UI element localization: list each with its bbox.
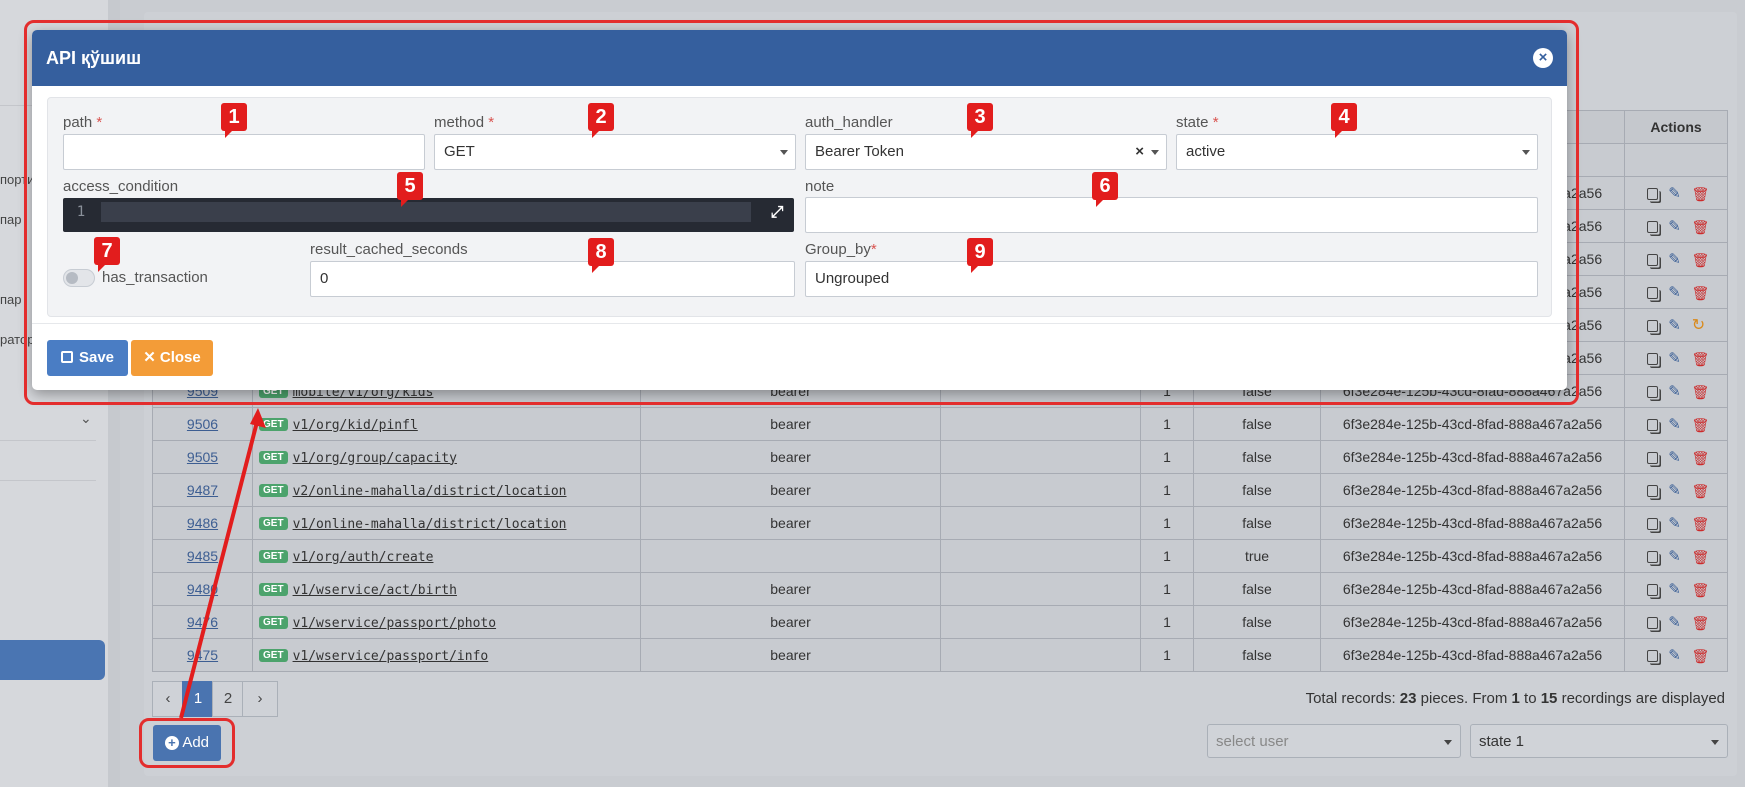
- annotation-number: 3: [967, 103, 993, 138]
- annotation-number: 6: [1092, 172, 1118, 207]
- arrow-annotation: [179, 408, 266, 719]
- annotation-number: 5: [397, 172, 423, 207]
- annotation-number: 7: [94, 237, 120, 272]
- annotation-number: 8: [588, 238, 614, 273]
- arrow-line: [179, 417, 260, 719]
- annotation-number: 4: [1331, 103, 1357, 138]
- annotation-number: 2: [588, 103, 614, 138]
- annotation-number: 1: [221, 103, 247, 138]
- annotation-number: 9: [967, 238, 993, 273]
- arrow-head: [250, 408, 266, 428]
